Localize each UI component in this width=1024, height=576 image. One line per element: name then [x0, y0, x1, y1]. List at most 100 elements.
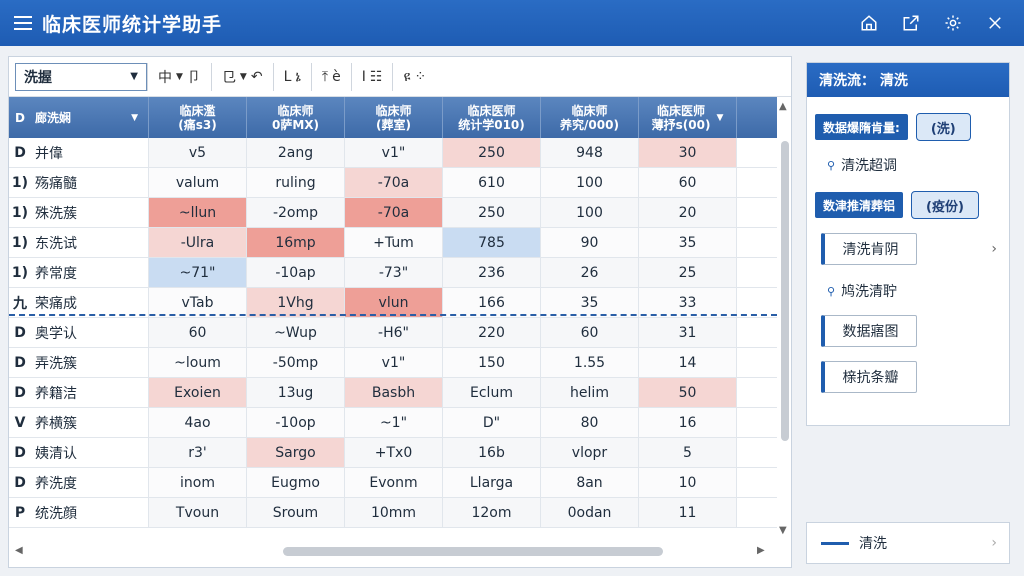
- row-name[interactable]: 荣痛成: [31, 288, 149, 317]
- header-col-4[interactable]: 临床医师 统计学010): [443, 97, 541, 138]
- table-cell[interactable]: -73": [345, 258, 443, 287]
- table-cell[interactable]: 35: [639, 228, 737, 257]
- table-row[interactable]: D 并偉 v5 2ang v1" 250 948 30: [9, 138, 777, 168]
- table-cell[interactable]: ruling: [247, 168, 345, 197]
- table-cell[interactable]: helim: [541, 378, 639, 407]
- table-cell[interactable]: 8an: [541, 468, 639, 497]
- header-col-6[interactable]: 临床医师 薄抒s(00) ▼: [639, 97, 737, 138]
- table-row[interactable]: 1) 养常度 ~71" -10ap -73" 236 26 25: [9, 258, 777, 288]
- table-row[interactable]: 1) 殊洗蔟 ~llun -2omp -70a 250 100 20: [9, 198, 777, 228]
- table-cell[interactable]: vlopr: [541, 438, 639, 467]
- row-name[interactable]: 殊洗蔟: [31, 198, 149, 227]
- table-cell[interactable]: -10ap: [247, 258, 345, 287]
- tool-cursor[interactable]: I ☷: [350, 62, 393, 91]
- table-cell[interactable]: 236: [443, 258, 541, 287]
- table-cell[interactable]: 50: [639, 378, 737, 407]
- table-cell[interactable]: 60: [639, 168, 737, 197]
- horizontal-scrollbar[interactable]: [283, 547, 663, 556]
- table-cell[interactable]: v1": [345, 138, 443, 167]
- table-cell[interactable]: vTab: [149, 288, 247, 317]
- table-cell[interactable]: 12om: [443, 498, 541, 527]
- tool-layout[interactable]: L ኔ: [272, 62, 311, 91]
- clean-adjust-link[interactable]: ⚲ 清洗超调: [807, 155, 1009, 175]
- table-cell[interactable]: 4ao: [149, 408, 247, 437]
- table-cell[interactable]: Basbh: [345, 378, 443, 407]
- table-row[interactable]: D 养洗度 inom Eugmo Evonm Llarga 8an 10: [9, 468, 777, 498]
- table-cell[interactable]: 26: [541, 258, 639, 287]
- table-cell[interactable]: 250: [443, 198, 541, 227]
- table-cell[interactable]: Llarga: [443, 468, 541, 497]
- scroll-down-icon[interactable]: ▼: [779, 525, 787, 536]
- header-name[interactable]: 廊洗娴 ▼: [31, 97, 149, 138]
- clean-run-link[interactable]: ⚲ 鸠洗清聍: [807, 281, 1009, 301]
- header-col-1[interactable]: 临床濫 (痛s3): [149, 97, 247, 138]
- scroll-up-icon[interactable]: ▲: [779, 101, 787, 112]
- row-name[interactable]: 殇痛髓: [31, 168, 149, 197]
- row-name[interactable]: 养横簇: [31, 408, 149, 437]
- table-cell[interactable]: 10: [639, 468, 737, 497]
- rule-button[interactable]: 榇抗条瓣: [821, 361, 917, 393]
- table-row[interactable]: 1) 殇痛髓 valum ruling -70a 610 100 60: [9, 168, 777, 198]
- row-name[interactable]: 养籍洁: [31, 378, 149, 407]
- scroll-right-icon[interactable]: ▶: [757, 545, 765, 556]
- wash-button[interactable]: (洗): [915, 113, 971, 141]
- table-cell[interactable]: Sargo: [247, 438, 345, 467]
- table-row[interactable]: D 弄洗簇 ~loum -50mp v1" 150 1.55 14: [9, 348, 777, 378]
- table-row[interactable]: P 统洗顔 Tvoun Sroum 10mm 12om 0odan 11: [9, 498, 777, 528]
- data-chart-button[interactable]: 数据寤图: [821, 315, 917, 347]
- table-cell[interactable]: ~1": [345, 408, 443, 437]
- table-cell[interactable]: -70a: [345, 168, 443, 197]
- table-cell[interactable]: +Tum: [345, 228, 443, 257]
- close-button[interactable]: [980, 8, 1010, 38]
- table-cell[interactable]: D": [443, 408, 541, 437]
- tool-align[interactable]: 中 ▼ 卩: [147, 62, 211, 91]
- table-cell[interactable]: 30: [639, 138, 737, 167]
- table-cell[interactable]: 166: [443, 288, 541, 317]
- dataset-select[interactable]: 洗握 ▼: [15, 62, 147, 91]
- row-name[interactable]: 并偉: [31, 138, 149, 167]
- table-cell[interactable]: v5: [149, 138, 247, 167]
- table-cell[interactable]: r3': [149, 438, 247, 467]
- table-cell[interactable]: 16b: [443, 438, 541, 467]
- table-cell[interactable]: 80: [541, 408, 639, 437]
- table-cell[interactable]: Tvoun: [149, 498, 247, 527]
- table-cell[interactable]: 11: [639, 498, 737, 527]
- table-cell[interactable]: ~loum: [149, 348, 247, 377]
- table-cell[interactable]: 13ug: [247, 378, 345, 407]
- table-cell[interactable]: 20: [639, 198, 737, 227]
- table-row[interactable]: D 养籍洁 Exoien 13ug Basbh Eclum helim 50: [9, 378, 777, 408]
- table-cell[interactable]: 785: [443, 228, 541, 257]
- table-cell[interactable]: inom: [149, 468, 247, 497]
- chevron-right-icon[interactable]: ›: [991, 241, 997, 257]
- table-cell[interactable]: 16: [639, 408, 737, 437]
- table-cell[interactable]: -2omp: [247, 198, 345, 227]
- table-row[interactable]: V 养横簇 4ao -10op ~1" D" 80 16: [9, 408, 777, 438]
- header-col-5[interactable]: 临床师 养究/000): [541, 97, 639, 138]
- row-name[interactable]: 姨清认: [31, 438, 149, 467]
- table-cell[interactable]: 16mp: [247, 228, 345, 257]
- table-row[interactable]: D 姨清认 r3' Sargo +Tx0 16b vlopr 5: [9, 438, 777, 468]
- table-cell[interactable]: v1": [345, 348, 443, 377]
- table-cell[interactable]: +Tx0: [345, 438, 443, 467]
- table-cell[interactable]: 250: [443, 138, 541, 167]
- table-cell[interactable]: 60: [541, 318, 639, 347]
- table-cell[interactable]: 150: [443, 348, 541, 377]
- home-button[interactable]: [854, 8, 884, 38]
- header-id[interactable]: D: [9, 97, 31, 138]
- scroll-left-icon[interactable]: ◀: [15, 545, 23, 556]
- header-col-3[interactable]: 临床师 (葬室): [345, 97, 443, 138]
- table-cell[interactable]: -70a: [345, 198, 443, 227]
- table-cell[interactable]: 0odan: [541, 498, 639, 527]
- table-cell[interactable]: ~llun: [149, 198, 247, 227]
- backup-button[interactable]: (疫份): [911, 191, 979, 219]
- tool-filter[interactable]: ዩ ⁘: [392, 62, 436, 91]
- tool-sort[interactable]: 㔾 ▼ ↶: [210, 62, 273, 91]
- table-cell[interactable]: 10mm: [345, 498, 443, 527]
- table-cell[interactable]: 948: [541, 138, 639, 167]
- row-name[interactable]: 东洗试: [31, 228, 149, 257]
- table-cell[interactable]: -H6": [345, 318, 443, 347]
- table-cell[interactable]: valum: [149, 168, 247, 197]
- table-cell[interactable]: 60: [149, 318, 247, 347]
- table-cell[interactable]: vlun: [345, 288, 443, 317]
- row-name[interactable]: 养常度: [31, 258, 149, 287]
